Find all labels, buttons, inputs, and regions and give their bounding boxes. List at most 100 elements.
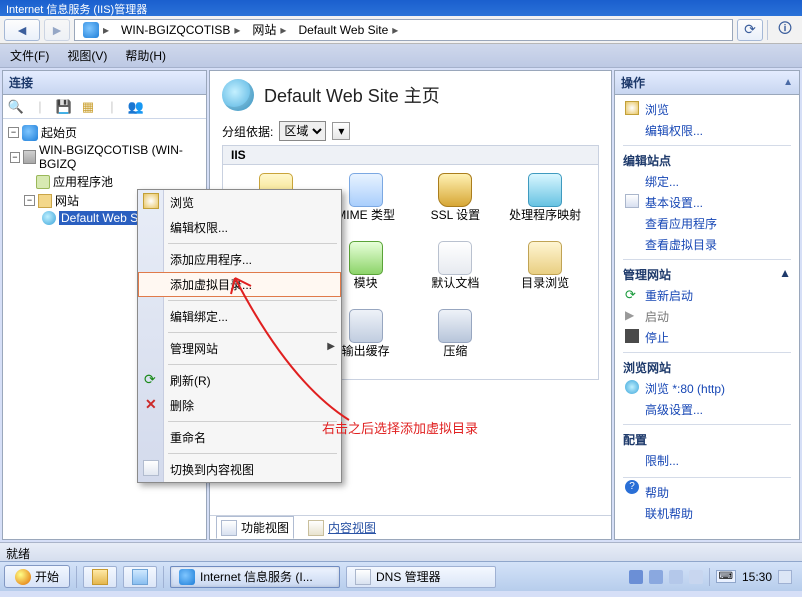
tray-lang-icon[interactable]: ⌨ (716, 570, 736, 583)
action-bindings[interactable]: 绑定... (623, 171, 791, 192)
nav-bar: ◄ ► ▸ WIN-BGIZQCOTISB ▸ 网站 ▸ Default Web… (0, 16, 802, 44)
quick-launch-explorer[interactable] (83, 566, 117, 588)
users-icon[interactable]: 👥 (127, 98, 145, 116)
expander-icon[interactable]: − (8, 127, 19, 138)
action-restart[interactable]: ⟳重新启动 (623, 285, 791, 306)
action-view-apps[interactable]: 查看应用程序 (623, 213, 791, 234)
ctx-add-virtual-directory[interactable]: 添加虚拟目录... (138, 272, 341, 297)
ctx-add-application[interactable]: 添加应用程序... (138, 247, 341, 272)
settings-icon (625, 194, 639, 208)
crumb-sites[interactable]: 网站 ▸ (246, 21, 292, 38)
menu-file[interactable]: 文件(F) (6, 45, 53, 66)
section-iis: IIS (222, 145, 599, 164)
document-icon (438, 241, 472, 275)
group-by-row: 分组依据: 区域 ▾ (222, 121, 599, 141)
show-desktop-button[interactable] (778, 570, 792, 584)
ctx-edit-bindings[interactable]: 编辑绑定... (138, 304, 341, 329)
connections-header: 连接 (3, 71, 206, 95)
action-help[interactable]: ?帮助 (623, 477, 791, 503)
action-online-help[interactable]: 联机帮助 (623, 503, 791, 524)
expander-icon[interactable]: − (10, 152, 20, 163)
help-icon: ? (625, 480, 639, 494)
ctx-browse[interactable]: 浏览 (138, 190, 341, 215)
action-edit-permissions[interactable]: 编辑权限... (623, 120, 791, 141)
nav-refresh-button[interactable]: ⟳ (737, 19, 763, 41)
tab-features-view[interactable]: 功能视图 (216, 516, 294, 539)
browse-icon (625, 101, 639, 115)
ctx-rename[interactable]: 重命名 (138, 425, 341, 450)
tree-server[interactable]: −WIN-BGIZQCOTISB (WIN-BGIZQ (5, 142, 204, 172)
feature-compression[interactable]: 压缩 (411, 309, 501, 371)
group-by-select[interactable]: 区域 (279, 121, 326, 141)
action-browse-80[interactable]: 浏览 *:80 (http) (623, 378, 791, 399)
desktop-icon (132, 569, 148, 585)
menu-view[interactable]: 视图(V) (63, 45, 111, 66)
action-stop[interactable]: 停止 (623, 327, 791, 348)
nav-forward-button[interactable]: ► (44, 19, 70, 41)
breadcrumb[interactable]: ▸ WIN-BGIZQCOTISB ▸ 网站 ▸ Default Web Sit… (74, 19, 733, 41)
action-view-vdirs[interactable]: 查看虚拟目录 (623, 234, 791, 255)
action-start[interactable]: ▶启动 (623, 306, 791, 327)
tray-icon[interactable] (629, 570, 643, 584)
folder-icon (528, 241, 562, 275)
menu-help[interactable]: 帮助(H) (121, 45, 170, 66)
feature-ssl-settings[interactable]: SSL 设置 (411, 173, 501, 235)
taskbar: 开始 Internet 信息服务 (I... DNS 管理器 ⌨ 15:30 (0, 561, 802, 591)
tray-icon[interactable] (649, 570, 663, 584)
features-icon (221, 520, 237, 536)
action-basic-settings[interactable]: 基本设置... (623, 192, 791, 213)
tray-volume-icon[interactable] (689, 570, 703, 584)
tray-network-icon[interactable] (669, 570, 683, 584)
quick-launch-desktop[interactable] (123, 566, 157, 588)
browse-icon (143, 193, 159, 209)
actions-header: 操作▲ (615, 71, 799, 95)
action-browse[interactable]: 浏览 (623, 99, 791, 120)
page-title: Default Web Site 主页 (222, 79, 599, 111)
ctx-delete[interactable]: ✕删除 (138, 393, 341, 418)
content-icon (308, 520, 324, 536)
collapse-icon[interactable]: ▲ (783, 77, 793, 88)
expander-icon[interactable]: − (24, 195, 35, 206)
tab-content-view[interactable]: 内容视图 (304, 517, 380, 538)
connect-icon[interactable]: 🔍 (7, 98, 25, 116)
feature-directory-browsing[interactable]: 目录浏览 (500, 241, 590, 303)
crumb-server[interactable]: WIN-BGIZQCOTISB ▸ (115, 23, 246, 37)
start-page-icon (22, 125, 38, 141)
tree-start-page[interactable]: −起始页 (5, 123, 204, 142)
taskbar-app-dns[interactable]: DNS 管理器 (346, 566, 496, 588)
actions-panel: 操作▲ 浏览 编辑权限... 编辑站点 绑定... 基本设置... 查看应用程序… (614, 70, 800, 540)
taskbar-app-iis[interactable]: Internet 信息服务 (I... (170, 566, 340, 588)
play-icon: ▶ (625, 308, 639, 322)
nav-help-button[interactable]: 🛈 (772, 19, 798, 41)
crumb-site[interactable]: Default Web Site ▸ (292, 23, 404, 37)
ctx-manage-website[interactable]: 管理网站▶ (138, 336, 341, 361)
cache-icon (349, 309, 383, 343)
toolbar-sep: | (31, 98, 49, 116)
section-browse-site: 浏览网站 (623, 352, 791, 378)
connections-toolbar: 🔍 | 💾 ▦ | 👥 (3, 95, 206, 119)
ctx-switch-content-view[interactable]: 切换到内容视图 (138, 457, 341, 482)
action-advanced-settings[interactable]: 高级设置... (623, 399, 791, 420)
view-tabs: 功能视图 内容视图 (210, 515, 611, 539)
start-button[interactable]: 开始 (4, 565, 70, 588)
ctx-refresh[interactable]: ⟳刷新(R) (138, 368, 341, 393)
nav-back-button[interactable]: ◄ (4, 19, 40, 41)
start-orb-icon (15, 569, 31, 585)
collapse-icon[interactable]: ▲ (779, 266, 791, 283)
globe-icon (222, 79, 254, 111)
modules-icon (349, 241, 383, 275)
section-manage-site: 管理网站▲ (623, 259, 791, 285)
ctx-edit-permissions[interactable]: 编辑权限... (138, 215, 341, 240)
save-icon[interactable]: 💾 (55, 98, 73, 116)
website-icon (42, 211, 56, 225)
submenu-arrow-icon: ▶ (327, 341, 335, 352)
iis-icon (179, 569, 195, 585)
feature-default-document[interactable]: 默认文档 (411, 241, 501, 303)
clock[interactable]: 15:30 (742, 570, 772, 584)
grid-icon[interactable]: ▦ (79, 98, 97, 116)
action-limits[interactable]: 限制... (623, 450, 791, 471)
window-titlebar: Internet 信息服务 (IIS)管理器 (0, 0, 802, 16)
view-mode-button[interactable]: ▾ (332, 122, 350, 140)
section-configure: 配置 (623, 424, 791, 450)
feature-handler-mappings[interactable]: 处理程序映射 (500, 173, 590, 235)
